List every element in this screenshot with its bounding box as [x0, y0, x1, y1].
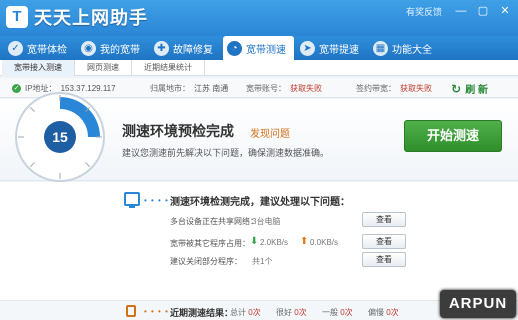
gauge-value: 15	[52, 129, 68, 145]
stat-count: 0次	[340, 308, 353, 317]
upload-rate: 0.0KB/s	[310, 238, 339, 247]
tab-fault-repair[interactable]: ✚ 故障修复	[150, 36, 221, 60]
subtab-access-speed[interactable]: 宽带接入测速	[2, 60, 75, 76]
refresh-icon: ↻	[451, 81, 462, 96]
maximize-button[interactable]: ▢	[476, 4, 490, 18]
start-speed-test-button[interactable]: 开始测速	[404, 120, 502, 152]
tab-label: 功能大全	[392, 44, 432, 56]
stat-label: 一般	[322, 308, 338, 317]
issue-label: 建议关闭部分程序：	[170, 257, 242, 266]
monitor-icon	[124, 192, 140, 208]
issue-row-bandwidth-usage: 宽带被其它程序占用： ⬇ 2.0KB/s ⬆ 0.0KB/s 查看	[170, 234, 410, 252]
stat-count: 0次	[386, 308, 399, 317]
main-tab-bar: ✓ 宽带体检 ◉ 我的宽带 ✚ 故障修复 ◔ 宽带测速 ➤ 宽带提速 ▦ 功能大…	[0, 36, 518, 60]
refresh-button[interactable]: ↻ 刷 新	[451, 81, 488, 97]
close-button[interactable]: ✕	[498, 4, 512, 18]
title-bar: T 天天上网助手 有奖反馈 — ▢ ✕	[0, 0, 518, 36]
toolbox-icon: ✚	[154, 40, 169, 56]
tab-broadband-checkup[interactable]: ✓ 宽带体检	[4, 36, 75, 60]
watermark: ARPUN	[440, 290, 516, 318]
view-button[interactable]: 查看	[362, 234, 406, 249]
bandwidth-value[interactable]: 获取失败	[400, 83, 432, 94]
issue-value: 3台电脑	[252, 217, 281, 226]
stat-label: 总计	[230, 308, 246, 317]
bandwidth-cell: 签约带宽： 获取失败	[356, 83, 432, 94]
stat-count: 0次	[248, 308, 261, 317]
stat-count: 0次	[294, 308, 307, 317]
region-label: 归属地市：	[150, 84, 190, 93]
stat-average: 一般 0次	[322, 307, 353, 318]
account-cell: 宽带账号： 获取失败	[246, 83, 322, 94]
app-logo: T 天天上网助手	[6, 4, 148, 30]
lock-icon	[126, 305, 136, 317]
speed-test-hero: 15 测速环境预检完成 发现问题 建议您测速前先解决以下问题，确保测速数据准确。…	[0, 92, 518, 182]
subtab-recent-stats[interactable]: 近期结果统计	[132, 60, 205, 76]
shield-check-icon: ✓	[8, 40, 23, 56]
tab-label: 宽带体检	[27, 44, 67, 56]
issue-value: 共1个	[252, 257, 273, 266]
issue-row-shared-devices: 多台设备正在共享网络： 3台电脑 查看	[170, 212, 410, 230]
minimize-button[interactable]: —	[454, 4, 468, 18]
tab-label: 宽带测速	[246, 44, 286, 56]
tab-speed-boost[interactable]: ➤ 宽带提速	[296, 36, 367, 60]
view-button[interactable]: 查看	[362, 212, 406, 227]
download-rate: 2.0KB/s	[260, 238, 289, 247]
account-label: 宽带账号：	[246, 84, 286, 93]
stat-slow: 偏慢 0次	[368, 307, 399, 318]
subtab-web-speed[interactable]: 网页测速	[75, 60, 132, 76]
feedback-link[interactable]: 有奖反馈	[406, 5, 442, 18]
stat-label: 很好	[276, 308, 292, 317]
speed-gauge-dial: 15	[15, 92, 105, 182]
view-button[interactable]: 查看	[362, 252, 406, 267]
sub-tab-bar: 宽带接入测速 网页测速 近期结果统计	[0, 60, 518, 76]
globe-icon: ◉	[81, 40, 96, 56]
upload-arrow-icon: ⬆	[300, 236, 309, 247]
bandwidth-label: 签约带宽：	[356, 84, 396, 93]
precheck-description: 建议您测速前先解决以下问题，确保测速数据准确。	[122, 148, 330, 158]
stat-total: 总计 0次	[230, 307, 261, 318]
tab-label: 宽带提速	[319, 44, 359, 56]
app-logo-icon: T	[6, 6, 28, 28]
account-value[interactable]: 获取失败	[290, 83, 322, 94]
issues-found-link[interactable]: 发现问题	[250, 125, 290, 140]
stat-label: 偏慢	[368, 308, 384, 317]
download-arrow-icon: ⬇	[250, 236, 259, 247]
rocket-icon: ➤	[300, 40, 315, 56]
refresh-label: 刷 新	[465, 85, 488, 96]
region-value: 江苏 南通	[194, 84, 229, 93]
section-dots: • • • •	[144, 307, 169, 316]
environment-issues-panel: • • • • 测速环境检测完成，建议处理以下问题： 多台设备正在共享网络： 3…	[0, 182, 518, 300]
issue-label: 宽带被其它程序占用：	[170, 239, 250, 248]
issues-title: 测速环境检测完成，建议处理以下问题：	[170, 197, 350, 208]
grid-icon: ▦	[373, 40, 388, 56]
section-dots: • • • •	[144, 196, 169, 205]
tab-label: 故障修复	[173, 44, 213, 56]
tab-my-broadband[interactable]: ◉ 我的宽带	[77, 36, 148, 60]
precheck-title: 测速环境预检完成	[122, 123, 234, 139]
recent-results-title: 近期测速结果：	[170, 308, 234, 318]
speed-gauge-icon: ◔	[227, 40, 242, 56]
window-controls: 有奖反馈 — ▢ ✕	[406, 4, 512, 18]
app-title: 天天上网助手	[34, 8, 148, 28]
tab-speed-test[interactable]: ◔ 宽带测速	[223, 36, 294, 60]
stat-good: 很好 0次	[276, 307, 307, 318]
issue-label: 多台设备正在共享网络：	[170, 217, 258, 226]
issue-row-close-programs: 建议关闭部分程序： 共1个 查看	[170, 252, 410, 270]
tab-all-functions[interactable]: ▦ 功能大全	[369, 36, 440, 60]
region-cell: 归属地市： 江苏 南通	[150, 83, 228, 94]
tab-label: 我的宽带	[100, 44, 140, 56]
